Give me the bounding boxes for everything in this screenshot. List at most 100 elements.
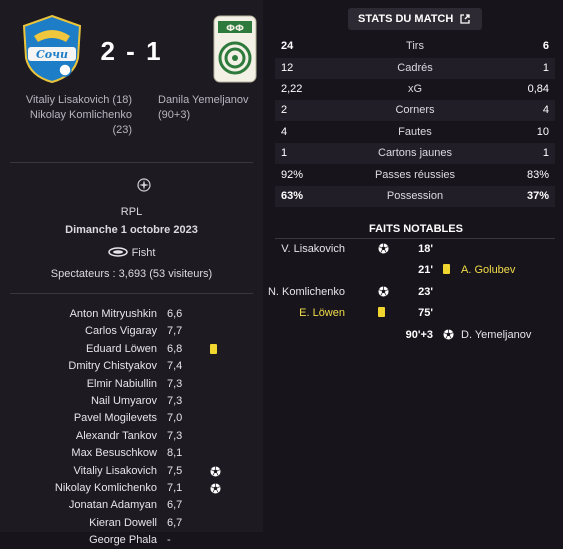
stat-row-yellow-cards: 1 Cartons jaunes 1 (275, 143, 555, 164)
stat-label: Fautes (398, 126, 432, 138)
ball-icon (378, 243, 389, 257)
stat-away-value: 6 (542, 40, 549, 52)
player-rating: 7,3 (167, 377, 183, 390)
event-away-player[interactable]: A. Golubev (461, 264, 515, 276)
ball-icon (210, 465, 221, 480)
player-ratings-list: Anton Mitryushkin 6,6 Carlos Vigaray 7,7 E… (0, 306, 263, 549)
player-rating: 7,1 (167, 481, 183, 494)
player-rating: 7,3 (167, 394, 183, 407)
match-summary-panel: Сочи 2 - 1 ФФ Vitaliy Lisakovich (18) Ni… (0, 0, 263, 546)
stat-row-passes: 92% Passes réussies 83% (275, 165, 555, 186)
player-name: Pavel Mogilevets (73, 412, 157, 425)
player-rating: 7,5 (167, 464, 183, 477)
event-home-player[interactable]: N. Komlichenko (268, 286, 345, 298)
match-stats-button-label: STATS DU MATCH (358, 13, 454, 25)
event-row: 21' A. Golubev (275, 260, 563, 281)
away-scorer-line: Danila Yemeljanov (158, 94, 249, 106)
ball-icon (443, 329, 454, 343)
player-row[interactable]: Elmir Nabiullin 7,3 (0, 376, 263, 393)
stat-row-xg: 2,22 xG 0,84 (275, 79, 555, 100)
player-row[interactable]: Jonatan Adamyan 6,7 (0, 497, 263, 514)
event-row: E. Löwen 75' (275, 303, 563, 324)
stat-row-shots: 24 Tirs 6 (275, 36, 555, 57)
stat-label: Cartons jaunes (378, 147, 452, 159)
away-team-crest[interactable]: ФФ (213, 15, 257, 83)
stat-label: Cadrés (397, 62, 433, 74)
ball-icon (378, 286, 389, 300)
stat-away-value: 1 (542, 62, 549, 74)
home-score: 2 (100, 36, 117, 66)
player-row[interactable]: Eduard Löwen 6,8 (0, 341, 263, 358)
player-row[interactable]: George Phala - (0, 532, 263, 549)
stadium-name: Fisht (131, 247, 156, 259)
event-row: V. Lisakovich 18' (275, 239, 563, 260)
event-home-player[interactable]: V. Lisakovich (281, 243, 345, 255)
stat-away-value: 1 (542, 147, 549, 159)
player-name: Alexandr Tankov (75, 429, 157, 442)
player-name: Anton Mitryushkin (69, 308, 157, 320)
event-home-player[interactable]: E. Löwen (299, 307, 345, 319)
stat-row-corners: 2 Corners 4 (275, 100, 555, 121)
divider (10, 293, 253, 294)
player-name: Elmir Nabiullin (86, 377, 157, 390)
player-name: Vitaliy Lisakovich (73, 464, 157, 477)
stat-label: Corners (395, 104, 435, 116)
player-rating: 6,8 (167, 342, 183, 355)
event-minute: 18' (418, 243, 433, 255)
event-row: N. Komlichenko 23' (268, 282, 563, 303)
match-date: Dimanche 1 octobre 2023 (65, 224, 198, 236)
yellow-card-icon (378, 307, 385, 320)
player-name: Max Besuschkow (71, 447, 157, 460)
player-row[interactable]: Anton Mitryushkin 6,6 (0, 306, 263, 323)
key-events-title: FAITS NOTABLES (369, 223, 463, 235)
player-name: Carlos Vigaray (85, 325, 157, 338)
divider (10, 162, 253, 163)
event-away-player[interactable]: D. Yemeljanov (461, 329, 531, 341)
player-name: Eduard Löwen (86, 342, 157, 355)
stat-row-possession: 63% Possession 37% (275, 186, 555, 207)
player-name: Jonatan Adamyan (68, 499, 157, 512)
competition-name[interactable]: RPL (0, 206, 263, 218)
player-row[interactable]: Carlos Vigaray 7,7 (0, 323, 263, 340)
stat-label: Tirs (406, 40, 424, 52)
player-rating: 7,4 (167, 360, 183, 373)
player-rating: 7,0 (167, 412, 183, 425)
yellow-card-icon (210, 343, 217, 357)
player-row[interactable]: Max Besuschkow 8,1 (0, 445, 263, 462)
player-name: George Phala (89, 534, 157, 547)
stat-away-value: 83% (526, 169, 549, 181)
stat-away-value: 4 (542, 104, 549, 116)
yellow-card-icon (443, 264, 450, 277)
ball-icon (210, 483, 221, 497)
player-row[interactable]: Nail Umyarov 7,3 (0, 393, 263, 410)
stat-away-value: 37% (526, 190, 549, 202)
away-scorers: Danila Yemeljanov (90+3) (158, 93, 258, 123)
player-name: Kieran Dowell (89, 516, 157, 529)
home-scorer-line: Vitaliy Lisakovich (18) (25, 94, 132, 106)
player-rating: - (167, 534, 171, 547)
stat-row-fouls: 4 Fautes 10 (275, 122, 555, 143)
competition-logo-icon[interactable] (136, 177, 152, 193)
player-row[interactable]: Kieran Dowell 6,7 (0, 515, 263, 532)
player-row[interactable]: Nikolay Komlichenko 7,1 (0, 480, 263, 497)
player-row[interactable]: Vitaliy Lisakovich 7,5 (0, 463, 263, 480)
away-scorer-line: (90+3) (158, 109, 191, 121)
player-rating: 7,7 (167, 325, 183, 338)
stat-away-value: 0,84 (527, 83, 549, 95)
score-separator: - (126, 36, 137, 66)
player-row[interactable]: Alexandr Tankov 7,3 (0, 428, 263, 445)
stadium-row[interactable]: Fisht (0, 247, 263, 259)
event-minute: 21' (418, 264, 433, 276)
home-scorer-line: Nikolay Komlichenko (29, 109, 132, 121)
player-name: Dmitry Chistyakov (68, 360, 157, 373)
stat-row-on-target: 12 Cadrés 1 (275, 58, 555, 79)
player-row[interactable]: Pavel Mogilevets 7,0 (0, 410, 263, 427)
player-name: Nikolay Komlichenko (54, 481, 157, 494)
away-score: 1 (146, 36, 163, 66)
spectators: Spectateurs : 3,693 (53 visiteurs) (50, 268, 213, 280)
player-rating: 6,6 (167, 308, 183, 320)
player-row[interactable]: Dmitry Chistyakov 7,4 (0, 358, 263, 375)
player-rating: 6,7 (167, 516, 183, 529)
match-stats-button[interactable]: STATS DU MATCH (348, 8, 482, 30)
expand-icon (460, 14, 470, 24)
